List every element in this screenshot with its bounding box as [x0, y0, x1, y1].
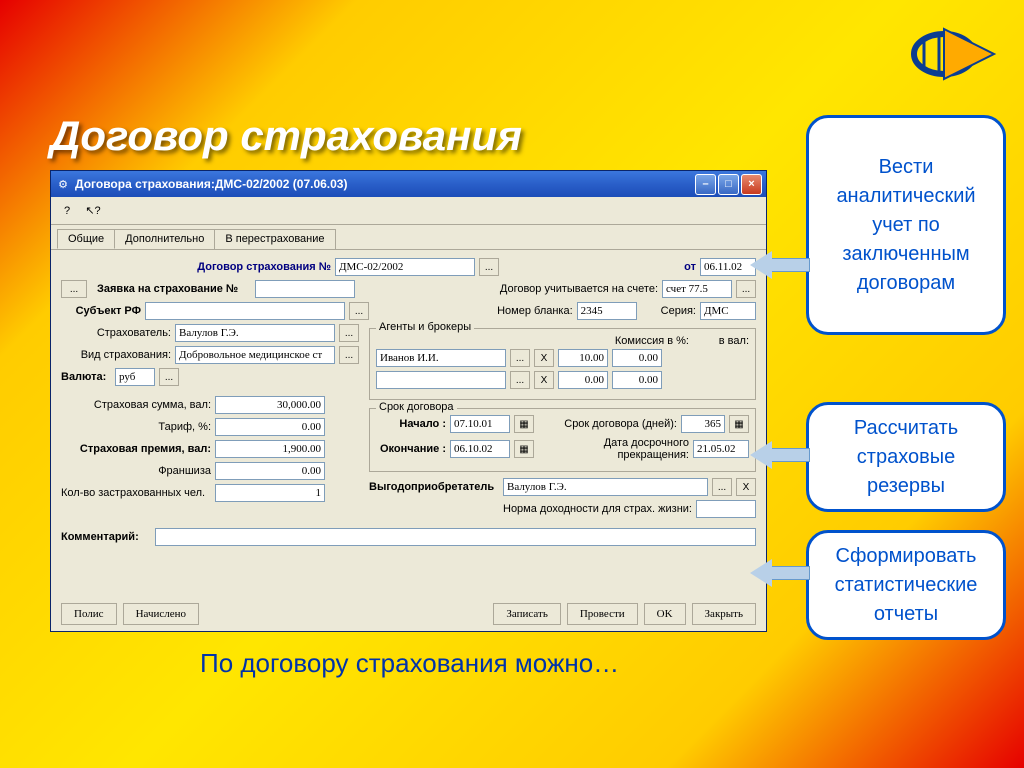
end-date-input[interactable]: [450, 440, 510, 458]
accrued-button[interactable]: Начислено: [123, 603, 199, 625]
minimize-button[interactable]: –: [695, 174, 716, 195]
agent-clear-button[interactable]: X: [534, 349, 554, 367]
close-button[interactable]: ×: [741, 174, 762, 195]
tab-reinsurance[interactable]: В перестрахование: [214, 229, 335, 249]
agent-name-input[interactable]: [376, 349, 506, 367]
benef-lookup-button[interactable]: ...: [712, 478, 732, 496]
save-button[interactable]: Записать: [493, 603, 560, 625]
term-fieldset: Срок договора Начало : ▦ Срок договора (…: [369, 408, 756, 472]
currency-input[interactable]: [115, 368, 155, 386]
term-days-input[interactable]: [681, 415, 725, 433]
tab-general[interactable]: Общие: [57, 229, 115, 249]
commission-val-label: в вал:: [693, 335, 749, 347]
tariff-label: Тариф, %:: [61, 421, 211, 433]
early-term-label: Дата досрочного прекращения:: [538, 437, 689, 461]
tariff-input[interactable]: [215, 418, 325, 436]
comment-label: Комментарий:: [61, 531, 151, 543]
agent-val-input[interactable]: [612, 349, 662, 367]
early-term-input[interactable]: [693, 440, 749, 458]
app-icon: ⚙: [55, 176, 71, 192]
account-lookup-button[interactable]: ...: [736, 280, 756, 298]
account-input[interactable]: [662, 280, 732, 298]
ins-type-lookup-button[interactable]: ...: [339, 346, 359, 364]
start-label: Начало :: [376, 418, 446, 430]
contract-no-label: Договор страхования №: [61, 261, 331, 273]
insurer-label: Страхователь:: [61, 327, 171, 339]
term-calendar-button[interactable]: ▦: [729, 415, 749, 433]
help-icon[interactable]: ?: [57, 201, 77, 221]
insurance-contract-window: ⚙ Договора страхования:ДМС-02/2002 (07.0…: [50, 170, 767, 632]
ins-type-label: Вид страхования:: [61, 349, 171, 361]
yield-label: Норма доходности для страх. жизни:: [369, 503, 692, 515]
accounted-label: Договор учитывается на счете:: [500, 283, 658, 295]
post-button[interactable]: Провести: [567, 603, 638, 625]
start-date-input[interactable]: [450, 415, 510, 433]
sum-label: Страховая сумма, вал:: [61, 399, 211, 411]
ok-button[interactable]: OK: [644, 603, 686, 625]
agent2-val-input[interactable]: [612, 371, 662, 389]
agent2-lookup-button[interactable]: ...: [510, 371, 530, 389]
ins-type-input[interactable]: [175, 346, 335, 364]
request-browse-button[interactable]: ...: [61, 280, 87, 298]
subject-label: Субъект РФ: [61, 305, 141, 317]
maximize-button[interactable]: □: [718, 174, 739, 195]
from-label: от: [684, 261, 696, 273]
agents-legend: Агенты и брокеры: [376, 321, 474, 333]
premium-label: Страховая премия, вал:: [61, 443, 211, 455]
company-logo: [884, 14, 1004, 94]
series-input[interactable]: [700, 302, 756, 320]
subject-input[interactable]: [145, 302, 345, 320]
agent-lookup-button[interactable]: ...: [510, 349, 530, 367]
comment-input[interactable]: [155, 528, 756, 546]
end-label: Окончание :: [376, 443, 446, 455]
benef-clear-button[interactable]: X: [736, 478, 756, 496]
request-label: Заявка на страхование №: [91, 283, 251, 295]
blank-no-label: Номер бланка:: [497, 305, 573, 317]
request-no-input[interactable]: [255, 280, 355, 298]
policy-button[interactable]: Полис: [61, 603, 117, 625]
end-calendar-button[interactable]: ▦: [514, 440, 534, 458]
term-legend: Срок договора: [376, 401, 457, 413]
sum-input[interactable]: [215, 396, 325, 414]
currency-lookup-button[interactable]: ...: [159, 368, 179, 386]
agent2-clear-button[interactable]: X: [534, 371, 554, 389]
franchise-label: Франшиза: [61, 465, 211, 477]
pointer-help-icon[interactable]: ↖?: [83, 201, 103, 221]
slide-caption: По договору страхования можно…: [200, 648, 619, 679]
callout-analytics: Вести аналитический учет по заключенным …: [806, 115, 1006, 335]
contract-lookup-button[interactable]: ...: [479, 258, 499, 276]
franchise-input[interactable]: [215, 462, 325, 480]
commission-pct-label: Комиссия в %:: [599, 335, 689, 347]
currency-label: Валюта:: [61, 371, 111, 383]
window-titlebar[interactable]: ⚙ Договора страхования:ДМС-02/2002 (07.0…: [51, 171, 766, 197]
series-label: Серия:: [661, 305, 696, 317]
agent2-pct-input[interactable]: [558, 371, 608, 389]
toolbar: ? ↖?: [51, 197, 766, 225]
benef-input[interactable]: [503, 478, 708, 496]
term-days-label: Срок договора (дней):: [538, 418, 677, 430]
premium-input[interactable]: [215, 440, 325, 458]
benef-label: Выгодоприобретатель: [369, 481, 499, 493]
tab-additional[interactable]: Дополнительно: [114, 229, 215, 249]
slide-title: Договор страхования: [50, 112, 522, 160]
agent2-name-input[interactable]: [376, 371, 506, 389]
tab-strip: Общие Дополнительно В перестрахование: [51, 225, 766, 250]
insurer-lookup-button[interactable]: ...: [339, 324, 359, 342]
insured-count-input[interactable]: [215, 484, 325, 502]
close-window-button[interactable]: Закрыть: [692, 603, 756, 625]
window-title: Договора страхования:ДМС-02/2002 (07.06.…: [75, 177, 695, 191]
yield-input[interactable]: [696, 500, 756, 518]
start-calendar-button[interactable]: ▦: [514, 415, 534, 433]
callout-reports: Сформировать статистические отчеты: [806, 530, 1006, 640]
blank-no-input[interactable]: [577, 302, 637, 320]
agents-fieldset: Агенты и брокеры Комиссия в %: в вал: ..…: [369, 328, 756, 400]
contract-no-input[interactable]: [335, 258, 475, 276]
agent-pct-input[interactable]: [558, 349, 608, 367]
from-date-input[interactable]: [700, 258, 756, 276]
form-body: Договор страхования № ... от ... Заявка …: [51, 250, 766, 558]
insurer-input[interactable]: [175, 324, 335, 342]
insured-count-label: Кол-во застрахованных чел.: [61, 487, 211, 499]
callout-reserves: Рассчитать страховые резервы: [806, 402, 1006, 512]
subject-lookup-button[interactable]: ...: [349, 302, 369, 320]
